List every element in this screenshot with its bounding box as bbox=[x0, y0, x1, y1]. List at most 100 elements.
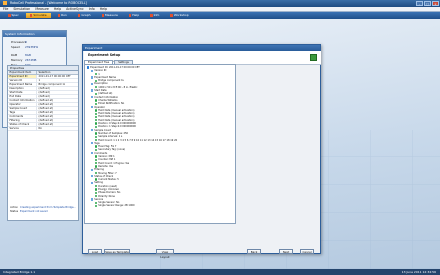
nav-workshop[interactable]: Workshop bbox=[166, 13, 192, 19]
folder-icon bbox=[91, 89, 94, 92]
property-name: Status of Check bbox=[8, 123, 37, 127]
property-name: Start Date bbox=[8, 91, 37, 95]
info-row: RAM 8GB bbox=[11, 53, 31, 57]
experiment-icon bbox=[310, 54, 317, 61]
app-icon bbox=[3, 1, 7, 5]
item-icon bbox=[95, 119, 98, 122]
status-notes: Action Creating experiment from Template … bbox=[10, 206, 76, 214]
experiment-node-icon bbox=[87, 66, 90, 69]
item-icon bbox=[95, 191, 98, 194]
item-icon bbox=[95, 138, 98, 142]
item-icon bbox=[95, 148, 98, 152]
item-icon bbox=[95, 115, 98, 119]
property-name: Service bbox=[8, 127, 37, 131]
property-value: (defined at) bbox=[38, 107, 54, 111]
info-row: Speed 2393MHz bbox=[11, 45, 39, 49]
item-icon bbox=[95, 135, 98, 138]
item-icon bbox=[95, 155, 98, 158]
item-icon bbox=[95, 158, 98, 161]
item-icon bbox=[95, 86, 98, 89]
property-name: Version ID bbox=[8, 79, 37, 83]
property-name: Comments bbox=[8, 115, 37, 119]
folder-icon bbox=[91, 198, 94, 201]
nav-info[interactable]: Info bbox=[146, 13, 163, 19]
property-name: Sample Count bbox=[8, 107, 37, 111]
menu-item[interactable]: Help bbox=[100, 7, 107, 11]
property-name: Experiment ID bbox=[8, 75, 37, 79]
graph-icon bbox=[77, 14, 81, 17]
item-icon bbox=[95, 145, 98, 148]
window-controls: – □ × bbox=[416, 1, 439, 6]
folder-icon bbox=[91, 175, 94, 178]
next-button[interactable]: Next bbox=[279, 249, 293, 254]
nav-simulate[interactable]: Simulate bbox=[25, 12, 51, 19]
close-button[interactable]: × bbox=[432, 1, 439, 6]
property-value: (defined at) bbox=[38, 99, 54, 103]
item-icon bbox=[95, 165, 98, 168]
item-icon bbox=[95, 102, 98, 105]
folder-icon bbox=[91, 128, 94, 132]
item-icon bbox=[95, 188, 98, 191]
property-name: Operator bbox=[8, 103, 37, 107]
property-value: 2011-01-17 00:00:00 CET bbox=[38, 75, 71, 79]
property-name: Experiment Name bbox=[8, 83, 37, 87]
back-button[interactable]: Back bbox=[247, 249, 261, 254]
simulate-icon bbox=[29, 14, 33, 17]
menu-item[interactable]: Help bbox=[54, 7, 61, 11]
status-left: Integrated Bridge 1.1 bbox=[3, 270, 36, 274]
folder-icon bbox=[91, 105, 94, 109]
nav-spec[interactable]: Spec bbox=[4, 13, 23, 19]
item-icon bbox=[95, 171, 98, 175]
maximize-button[interactable]: □ bbox=[424, 1, 431, 6]
dialog-header-title: Experiment Setup bbox=[88, 53, 121, 57]
nav-graph[interactable]: Graph bbox=[74, 13, 95, 19]
note-row: Status Experiment not saved bbox=[10, 210, 48, 213]
cancel-button[interactable]: Cancel bbox=[300, 249, 314, 254]
menu-item[interactable]: Simulation bbox=[13, 7, 30, 11]
info-row: Memory 2674MB bbox=[11, 58, 37, 62]
property-value: (defined at) bbox=[38, 103, 54, 107]
minimize-button[interactable]: – bbox=[416, 1, 423, 6]
tree-node-label: Single Sensor Range: dB 1000 bbox=[98, 204, 135, 208]
system-info-title: System Information bbox=[3, 31, 66, 37]
folder-icon bbox=[91, 76, 94, 79]
property-value: (defined) bbox=[38, 95, 50, 99]
help-icon bbox=[128, 14, 132, 17]
property-value: (defined at) bbox=[38, 119, 54, 123]
view-layout-button[interactable]: View Layout bbox=[156, 249, 174, 259]
item-icon bbox=[95, 125, 98, 128]
property-name: Contact Information bbox=[8, 99, 37, 103]
load-button[interactable]: Load bbox=[88, 249, 102, 254]
property-name: Description bbox=[8, 87, 37, 91]
menu-item[interactable]: ActiveSync bbox=[66, 7, 84, 11]
menu-item[interactable]: File bbox=[3, 7, 8, 11]
item-icon bbox=[95, 201, 98, 204]
info-row: Processors 8 bbox=[11, 40, 27, 44]
item-icon bbox=[95, 161, 98, 165]
item-icon bbox=[95, 178, 98, 181]
workshop-icon bbox=[170, 14, 173, 17]
spec-icon bbox=[8, 14, 11, 17]
folder-icon bbox=[91, 168, 94, 171]
item-icon bbox=[95, 132, 98, 135]
app-titlebar: RoboCell Professional - [Welcome to ROBO… bbox=[0, 0, 440, 7]
menu-item[interactable]: Info bbox=[89, 7, 95, 11]
tree-node[interactable]: Single Sensor Range: dB 1000 bbox=[86, 204, 234, 207]
info-icon bbox=[150, 14, 153, 17]
properties-panel: Properties Experiment Item Selection Exp… bbox=[7, 65, 79, 221]
property-value: (defined at) bbox=[38, 115, 54, 119]
item-icon bbox=[95, 204, 98, 208]
nav-run[interactable]: Run bbox=[54, 13, 71, 19]
property-value: (defined) bbox=[38, 87, 50, 91]
nav-help[interactable]: Help bbox=[125, 13, 143, 19]
nav-measure[interactable]: Measure bbox=[98, 13, 122, 19]
experiment-tree[interactable]: Experiment ID: 2011-01-17 00:00:00 CET Ve… bbox=[86, 66, 234, 222]
property-name: Filtering bbox=[8, 119, 37, 123]
property-row[interactable]: Service No bbox=[8, 127, 78, 132]
statusbar: Integrated Bridge 1.1 13 June 2011 12:34… bbox=[0, 269, 440, 275]
item-icon bbox=[95, 92, 98, 96]
experiment-tree-panel: Experiment ID: 2011-01-17 00:00:00 CET Ve… bbox=[84, 64, 236, 224]
save-template-button[interactable]: Save as Template bbox=[104, 249, 130, 254]
property-value: (defined at) bbox=[38, 123, 54, 127]
menu-item[interactable]: Measure bbox=[35, 7, 49, 11]
